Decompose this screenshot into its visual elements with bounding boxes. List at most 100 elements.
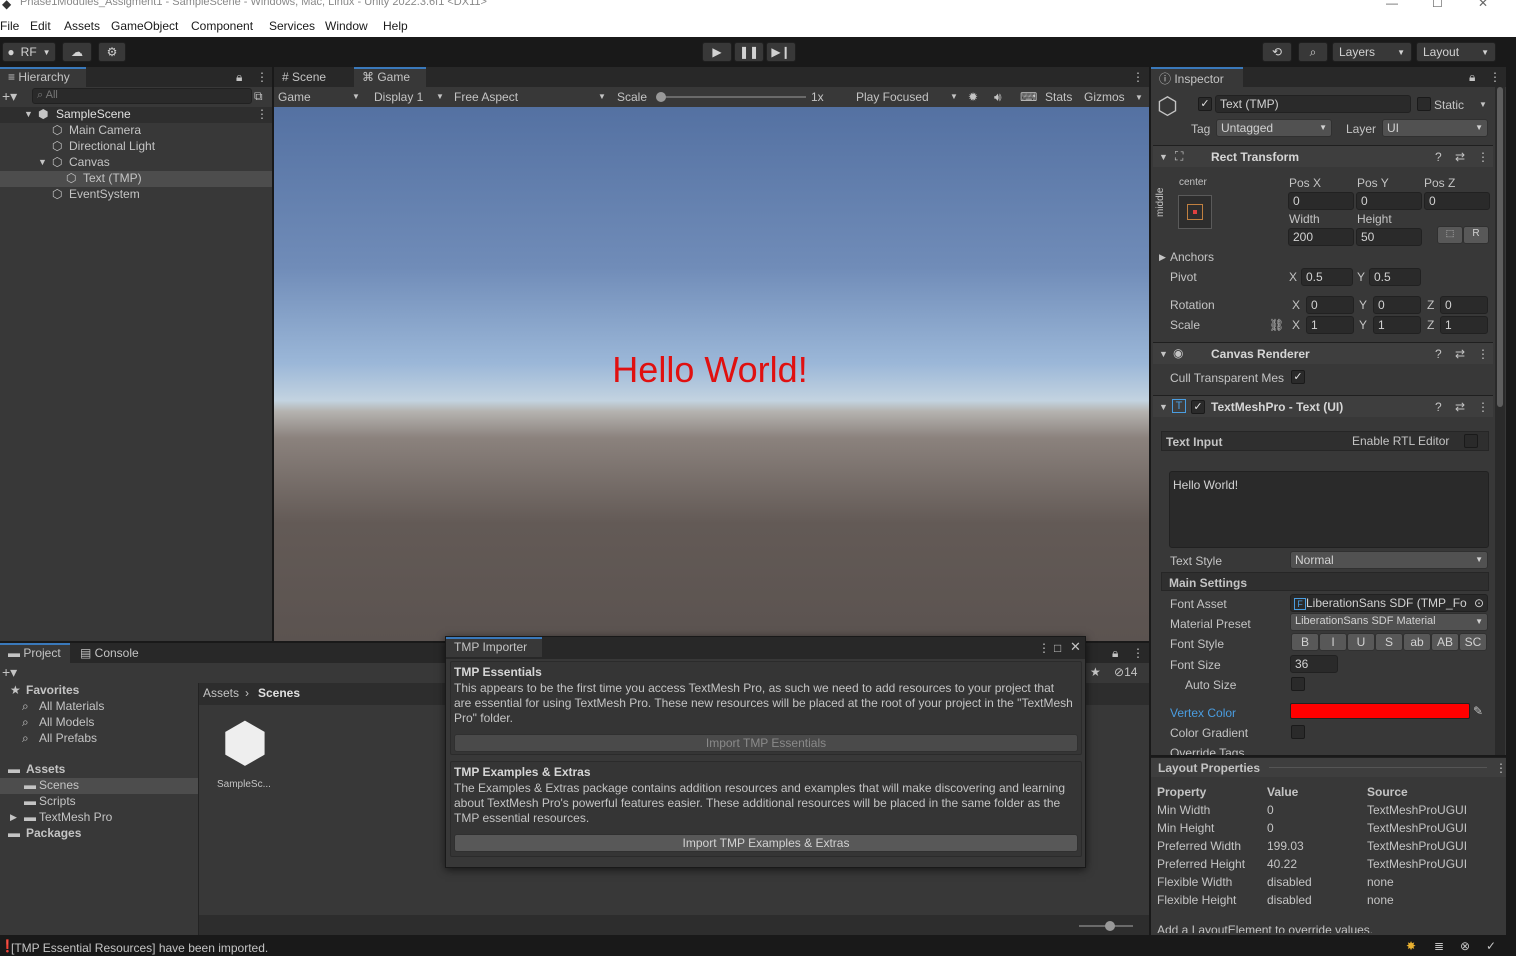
project-divider[interactable] bbox=[198, 683, 199, 935]
keyboard-icon[interactable]: ⌨ bbox=[1020, 91, 1037, 103]
font-style-italic-button[interactable]: I bbox=[1319, 633, 1347, 651]
close-button[interactable]: ✕ bbox=[1478, 0, 1488, 10]
maximize-button[interactable]: ☐ bbox=[1432, 0, 1443, 10]
bug-icon[interactable]: ✹ bbox=[968, 91, 978, 103]
hierarchy-item-canvas[interactable]: ▼ ⬡ Canvas bbox=[0, 155, 272, 171]
anchors-label[interactable]: Anchors bbox=[1170, 250, 1214, 264]
font-style-uppercase-button[interactable]: AB bbox=[1431, 633, 1459, 651]
font-style-bold-button[interactable]: B bbox=[1291, 633, 1319, 651]
material-preset-dropdown[interactable]: LiberationSans SDF Material ▼ bbox=[1290, 613, 1488, 631]
more-icon[interactable]: ⋮ bbox=[256, 107, 268, 121]
display-dropdown[interactable]: Display 1 ▼ bbox=[374, 90, 446, 104]
lock-icon[interactable]: 🔒︎ bbox=[1112, 647, 1118, 659]
pivot-y-input[interactable]: 0.5 bbox=[1369, 268, 1421, 286]
scene-asset[interactable]: ⬢ SampleSc... bbox=[214, 715, 276, 795]
font-style-strikethrough-button[interactable]: S bbox=[1375, 633, 1403, 651]
hierarchy-item-text-tmp[interactable]: ⬡ Text (TMP) bbox=[0, 171, 272, 187]
help-icon[interactable]: ? bbox=[1435, 347, 1442, 361]
font-style-underline-button[interactable]: U bbox=[1347, 633, 1375, 651]
audio-icon[interactable]: 🔊︎ bbox=[994, 91, 1002, 103]
menu-component[interactable]: Component bbox=[191, 19, 253, 33]
lock-icon[interactable]: 🔒︎ bbox=[236, 71, 242, 83]
preset-icon[interactable]: ⇄ bbox=[1455, 400, 1465, 414]
menu-edit[interactable]: Edit bbox=[30, 19, 51, 33]
text-style-dropdown[interactable]: Normal ▼ bbox=[1290, 551, 1488, 569]
hidden-packages-count[interactable]: ⊘14 bbox=[1114, 665, 1137, 679]
slider-handle[interactable] bbox=[656, 92, 666, 102]
font-style-lowercase-button[interactable]: ab bbox=[1403, 633, 1431, 651]
add-icon[interactable]: +▾ bbox=[2, 89, 17, 103]
font-asset-field[interactable]: F LiberationSans SDF (TMP_Fo ⊙ bbox=[1290, 594, 1488, 612]
cloud-button[interactable]: ☁ bbox=[62, 42, 92, 62]
font-size-input[interactable]: 36 bbox=[1290, 655, 1338, 673]
game-mode-dropdown[interactable]: Game ▼ bbox=[278, 90, 362, 104]
object-name-input[interactable]: Text (TMP) bbox=[1215, 95, 1411, 113]
preset-icon[interactable]: ⇄ bbox=[1455, 347, 1465, 361]
tab-hierarchy[interactable]: ≡ Hierarchy bbox=[0, 67, 86, 87]
gizmos-button[interactable]: Gizmos bbox=[1084, 90, 1125, 104]
play-mode-dropdown[interactable]: Play Focused ▼ bbox=[856, 90, 960, 104]
add-icon[interactable]: +▾ bbox=[2, 665, 17, 679]
more-icon[interactable]: ⋮ bbox=[1477, 400, 1489, 414]
pos-x-input[interactable]: 0 bbox=[1288, 192, 1354, 210]
rotation-x-input[interactable]: 0 bbox=[1306, 296, 1354, 314]
cull-transparent-checkbox[interactable]: ✓ bbox=[1291, 370, 1305, 384]
tag-dropdown[interactable]: Untagged ▼ bbox=[1216, 119, 1332, 137]
text-input-area[interactable]: Hello World! bbox=[1169, 471, 1489, 548]
auto-size-checkbox[interactable] bbox=[1291, 677, 1305, 691]
rotation-z-input[interactable]: 0 bbox=[1440, 296, 1488, 314]
slider-handle[interactable] bbox=[1105, 921, 1115, 931]
more-icon[interactable]: ⋮ bbox=[1477, 150, 1489, 164]
hierarchy-item-main-camera[interactable]: ⬡ Main Camera bbox=[0, 123, 272, 139]
pivot-x-input[interactable]: 0.5 bbox=[1301, 268, 1353, 286]
tab-scene[interactable]: # Scene bbox=[274, 67, 352, 87]
textmeshpro-header[interactable]: ▼ T ✓ TextMeshPro - Text (UI) ? ⇄ ⋮ bbox=[1153, 395, 1493, 417]
menu-file[interactable]: File bbox=[0, 19, 19, 33]
tab-console[interactable]: ▤ Console bbox=[72, 643, 152, 663]
scale-z-input[interactable]: 1 bbox=[1440, 316, 1488, 334]
rect-transform-header[interactable]: ▼ ⛶ Rect Transform ? ⇄ ⋮ bbox=[1153, 145, 1493, 167]
layers-dropdown[interactable]: Layers ▼ bbox=[1332, 42, 1412, 62]
constrain-proportions-icon[interactable]: ⛓ bbox=[1269, 319, 1284, 331]
game-render-area[interactable]: Hello World! bbox=[274, 107, 1149, 641]
search-button[interactable]: ⌕ bbox=[1298, 42, 1328, 62]
star-icon[interactable]: ★ bbox=[1090, 666, 1101, 678]
collab-button[interactable]: ⚙ bbox=[98, 42, 126, 62]
hierarchy-search-input[interactable]: ⌕ All bbox=[32, 88, 252, 104]
more-icon[interactable]: ⋮ bbox=[1495, 762, 1507, 774]
more-icon[interactable]: ⋮ bbox=[1132, 71, 1144, 83]
minimize-button[interactable]: — bbox=[1386, 0, 1398, 10]
hierarchy-item-eventsystem[interactable]: ⬡ EventSystem bbox=[0, 187, 272, 203]
menu-assets[interactable]: Assets bbox=[64, 19, 100, 33]
more-icon[interactable]: ⋮ bbox=[1038, 642, 1050, 654]
more-icon[interactable]: ⋮ bbox=[1132, 647, 1144, 659]
layout-dropdown[interactable]: Layout ▼ bbox=[1416, 42, 1496, 62]
pos-y-input[interactable]: 0 bbox=[1356, 192, 1422, 210]
pos-z-input[interactable]: 0 bbox=[1424, 192, 1490, 210]
aspect-dropdown[interactable]: Free Aspect ▼ bbox=[454, 90, 608, 104]
network-icon[interactable]: ⊗ bbox=[1460, 940, 1470, 952]
eyedropper-icon[interactable]: ✎ bbox=[1473, 705, 1483, 717]
chevron-down-icon[interactable]: ▼ bbox=[1135, 93, 1143, 102]
font-style-smallcaps-button[interactable]: SC bbox=[1459, 633, 1487, 651]
stats-button[interactable]: Stats bbox=[1045, 90, 1072, 104]
canvas-renderer-header[interactable]: ▼ ◉ Canvas Renderer ? ⇄ ⋮ bbox=[1153, 342, 1493, 364]
import-essentials-button[interactable]: Import TMP Essentials bbox=[454, 734, 1078, 752]
check-circle-icon[interactable]: ✓ bbox=[1486, 940, 1496, 952]
step-button[interactable]: ▶❙ bbox=[766, 42, 796, 62]
tab-tmp-importer[interactable]: TMP Importer bbox=[446, 637, 542, 657]
object-picker-icon[interactable]: ⊙ bbox=[1474, 596, 1484, 610]
lock-icon[interactable]: 🔒︎ bbox=[1469, 71, 1475, 83]
icon-size-slider[interactable] bbox=[1079, 921, 1133, 931]
inspector-scrollbar[interactable] bbox=[1495, 87, 1505, 755]
layer-dropdown[interactable]: UI ▼ bbox=[1382, 119, 1488, 137]
scale-y-input[interactable]: 1 bbox=[1373, 316, 1421, 334]
menu-services[interactable]: Services bbox=[269, 19, 315, 33]
stack-icon[interactable]: ≣ bbox=[1434, 940, 1444, 952]
menu-help[interactable]: Help bbox=[383, 19, 408, 33]
scrollbar-thumb[interactable] bbox=[1497, 87, 1503, 407]
raw-edit-button[interactable]: R bbox=[1463, 226, 1489, 244]
more-icon[interactable]: ⋮ bbox=[1477, 347, 1489, 361]
import-extras-button[interactable]: Import TMP Examples & Extras bbox=[454, 834, 1078, 852]
help-icon[interactable]: ? bbox=[1435, 150, 1442, 164]
